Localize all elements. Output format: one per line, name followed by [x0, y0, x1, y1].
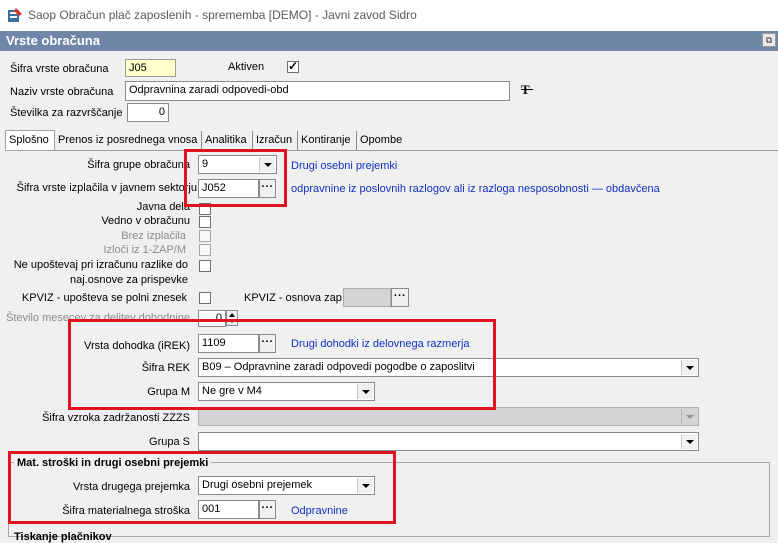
ellipsis-icon[interactable]: ... [391, 288, 409, 307]
tab-izracun[interactable]: Izračun [253, 131, 298, 150]
sifra-izplacila-label: Šifra vrste izplačila v javnem sektorju [16, 182, 197, 194]
vedno-label: Vedno v obračunu [101, 215, 190, 227]
grupa-s-combo[interactable] [198, 432, 699, 451]
chevron-down-icon[interactable] [681, 434, 697, 449]
sifra-izplacila-desc: odpravnine iz poslovnih razlogov ali iz … [291, 183, 660, 195]
window-titlebar: Saop Obračun plač zaposlenih - sprememba… [0, 0, 778, 32]
tab-splosno[interactable]: Splošno [5, 130, 55, 151]
tab-opombe[interactable]: Opombe [357, 131, 407, 150]
app-icon [8, 8, 22, 22]
sifra-vrste-input[interactable]: J05 [125, 59, 176, 77]
form-title: Vrste obračuna [6, 33, 100, 48]
sifra-vrste-label: Šifra vrste obračuna [10, 63, 109, 75]
zzzs-label: Šifra vzroka zadržanosti ZZZS [42, 412, 190, 424]
grupa-s-label: Grupa S [149, 436, 190, 448]
naziv-label: Naziv vrste obračuna [10, 86, 114, 98]
aktiven-label: Aktiven [228, 61, 265, 73]
chevron-down-icon[interactable] [681, 360, 697, 375]
highlight-box-2 [68, 319, 496, 410]
naziv-input[interactable]: Odpravnina zaradi odpovedi-obd [125, 81, 510, 101]
stevilka-label: Številka za razvrščanje [10, 107, 123, 119]
form-header: Vrste obračuna ⧉ [0, 31, 778, 51]
kpviz-osnova-label: KPVIZ - osnova zap. [244, 292, 345, 304]
neupostevaj-label-2: naj.osnove za prispevke [69, 274, 188, 286]
highlight-box-3 [8, 451, 396, 524]
kpviz-label: KPVIZ - upošteva se polni znesek [21, 292, 187, 304]
javna-dela-label: Javna dela [136, 201, 190, 213]
chevron-down-icon[interactable] [681, 409, 697, 424]
izloci-label: Izloči iz 1-ZAP/M [103, 244, 186, 256]
neupostevaj-checkbox[interactable] [199, 260, 211, 272]
tab-kontiranje[interactable]: Kontiranje [298, 131, 357, 150]
highlight-box-1 [184, 149, 287, 207]
restore-icon[interactable]: ⧉ [762, 33, 776, 47]
footer-cut-label: Tiskanje plačnikov [14, 531, 112, 543]
tab-prenos[interactable]: Prenos iz posrednega vnosa [55, 131, 202, 150]
sifra-grupe-desc: Drugi osebni prejemki [291, 160, 398, 172]
izloci-checkbox[interactable] [199, 244, 211, 256]
stevilka-input[interactable]: 0 [127, 103, 169, 122]
vedno-checkbox[interactable] [199, 216, 211, 228]
aktiven-checkbox[interactable] [287, 59, 299, 73]
font-tool-icon[interactable]: T [521, 83, 535, 97]
brez-checkbox[interactable] [199, 230, 211, 242]
kpviz-checkbox[interactable] [199, 292, 211, 304]
kpviz-osnova-input[interactable] [343, 288, 391, 307]
neupostevaj-label-1: Ne upoštevaj pri izračunu razlike do [13, 259, 188, 271]
tab-analitika[interactable]: Analitika [202, 131, 253, 150]
brez-label: Brez izplačila [121, 230, 186, 242]
sifra-grupe-label: Šifra grupe obračuna [87, 159, 190, 171]
window-title: Saop Obračun plač zaposlenih - sprememba… [28, 8, 417, 22]
